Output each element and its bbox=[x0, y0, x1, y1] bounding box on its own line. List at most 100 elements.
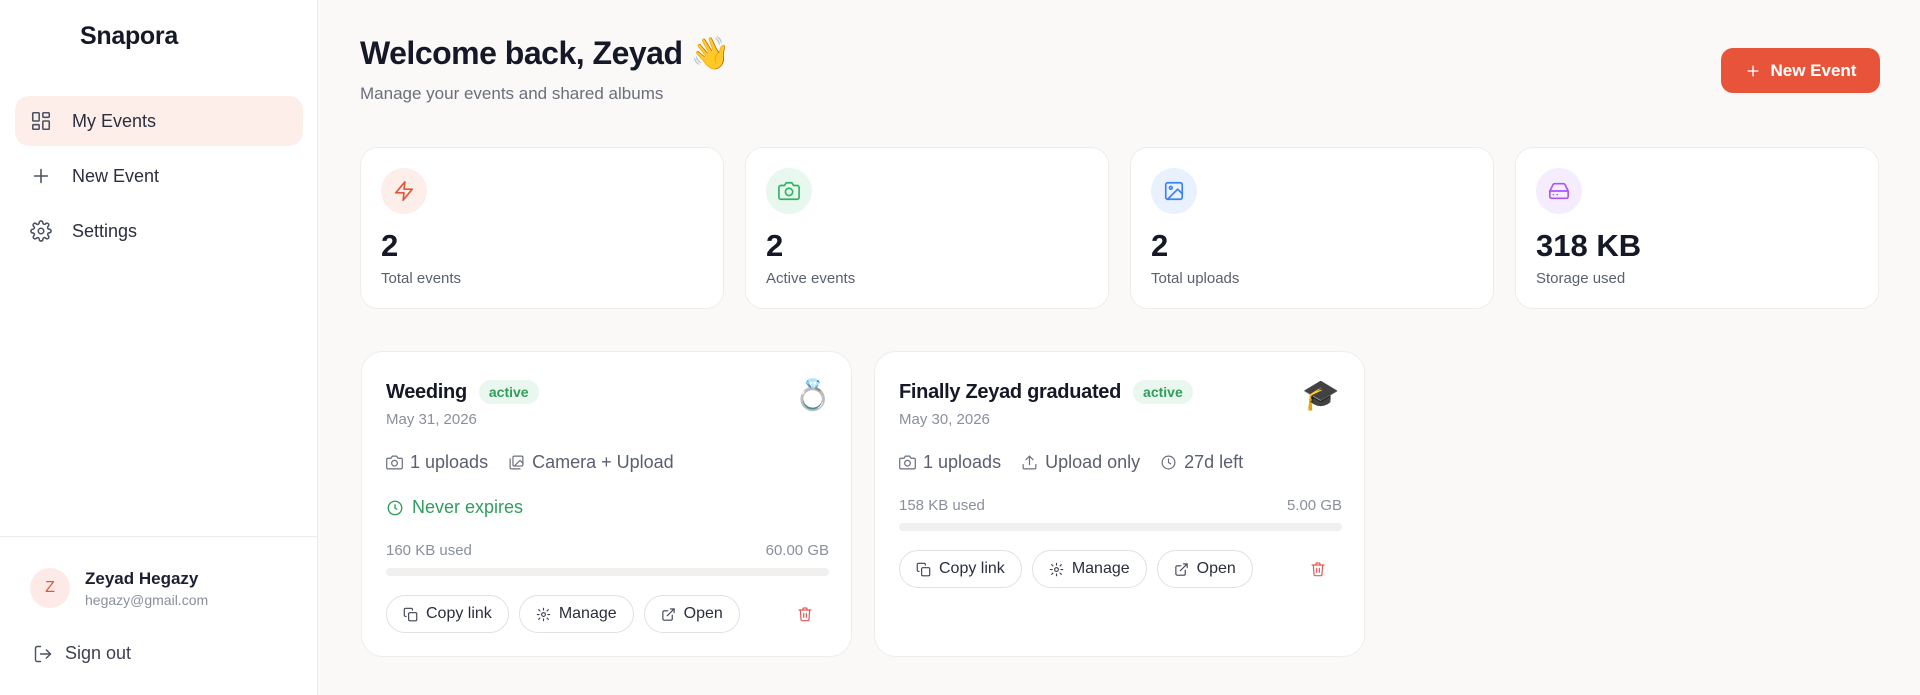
user-email: hegazy@gmail.com bbox=[85, 591, 209, 608]
stat-card-active-events: 2 Active events bbox=[745, 147, 1109, 309]
copy-link-button[interactable]: Copy link bbox=[386, 595, 509, 633]
sidebar-item-new-event[interactable]: New Event bbox=[15, 151, 303, 201]
event-actions: Copy link Manage Open bbox=[899, 550, 1263, 588]
time-left: 27d left bbox=[1184, 452, 1244, 472]
open-label: Open bbox=[1196, 560, 1236, 577]
ring-icon: 💍 bbox=[794, 379, 832, 412]
image-icon bbox=[1164, 181, 1184, 201]
avatar: Z bbox=[30, 568, 70, 608]
event-card[interactable]: Weeding active 💍 May 31, 2026 1 uploads … bbox=[361, 351, 852, 657]
storage-usage: 158 KB used 5.00 GB bbox=[899, 497, 1342, 514]
open-button[interactable]: Open bbox=[1156, 550, 1253, 588]
upload-count: 1 uploads bbox=[410, 452, 489, 472]
copy-link-label: Copy link bbox=[426, 605, 492, 622]
status-badge: active bbox=[478, 380, 539, 404]
stat-label: Total uploads bbox=[1151, 270, 1240, 287]
status-badge: active bbox=[1133, 380, 1193, 404]
sidebar-item-my-events[interactable]: My Events bbox=[15, 96, 303, 146]
stat-value: 2 bbox=[766, 228, 784, 263]
manage-label: Manage bbox=[1071, 560, 1130, 577]
sidebar-item-label: New Event bbox=[72, 165, 160, 186]
storage-used: 160 KB used bbox=[386, 542, 472, 559]
new-event-button-label: New Event bbox=[1770, 60, 1857, 80]
upload-count: 1 uploads bbox=[923, 452, 1002, 472]
external-link-icon bbox=[1174, 562, 1188, 576]
upload-icon bbox=[1022, 455, 1037, 470]
event-name: Finally Zeyad graduated bbox=[899, 380, 1122, 403]
stat-value: 318 KB bbox=[1536, 228, 1642, 263]
sidebar: Snapora My Events New Event Settings Z Z… bbox=[0, 0, 318, 695]
page-title: Welcome back, Zeyad 👋 bbox=[360, 35, 731, 71]
stat-card-total-events: 2 Total events bbox=[360, 147, 724, 309]
copy-icon bbox=[916, 562, 931, 576]
gear-icon bbox=[1049, 562, 1064, 576]
stat-icon-wrap bbox=[1536, 168, 1582, 214]
storage-used: 158 KB used bbox=[899, 497, 985, 514]
storage-progress-bar bbox=[899, 523, 1342, 531]
upload-mode: Upload only bbox=[1045, 452, 1141, 472]
manage-label: Manage bbox=[558, 605, 617, 622]
gear-icon bbox=[536, 607, 551, 621]
copy-link-button[interactable]: Copy link bbox=[899, 550, 1022, 588]
copy-icon bbox=[403, 607, 418, 621]
event-meta: 1 uploads Upload only 27d left bbox=[899, 452, 1263, 473]
user-profile: Z Zeyad Hegazy hegazy@gmail.com bbox=[30, 568, 208, 608]
trash-icon bbox=[798, 607, 812, 622]
storage-usage: 160 KB used 60.00 GB bbox=[386, 542, 829, 559]
sign-out-button[interactable]: Sign out bbox=[33, 643, 131, 664]
sign-out-label: Sign out bbox=[65, 643, 132, 663]
camera-icon bbox=[778, 181, 800, 201]
upload-mode: Camera + Upload bbox=[532, 452, 674, 472]
stat-label: Active events bbox=[766, 270, 856, 287]
stat-icon-wrap bbox=[381, 168, 427, 214]
stat-label: Total events bbox=[381, 270, 462, 287]
stat-value: 2 bbox=[381, 228, 399, 263]
stat-card-storage-used: 318 KB Storage used bbox=[1515, 147, 1879, 309]
storage-limit: 5.00 GB bbox=[1286, 497, 1342, 514]
manage-button[interactable]: Manage bbox=[1031, 550, 1147, 588]
sidebar-item-settings[interactable]: Settings bbox=[15, 206, 303, 256]
delete-button[interactable] bbox=[1310, 561, 1326, 582]
event-date: May 31, 2026 bbox=[386, 411, 477, 428]
page-subtitle: Manage your events and shared albums bbox=[360, 84, 664, 103]
storage-limit: 60.00 GB bbox=[765, 542, 829, 559]
lightning-icon bbox=[394, 181, 414, 201]
user-name: Zeyad Hegazy bbox=[85, 568, 199, 588]
event-actions: Copy link Manage Open bbox=[386, 595, 750, 633]
stat-icon-wrap bbox=[1151, 168, 1197, 214]
camera-icon bbox=[899, 455, 916, 470]
expiry-status: Never expires bbox=[386, 497, 523, 518]
sidebar-divider bbox=[0, 536, 318, 537]
plus-icon bbox=[33, 168, 49, 184]
clock-icon bbox=[387, 500, 403, 515]
event-name: Weeding bbox=[386, 380, 467, 403]
hard-drive-icon bbox=[1549, 182, 1569, 200]
graduation-cap-icon: 🎓 bbox=[1302, 379, 1340, 412]
delete-button[interactable] bbox=[797, 606, 813, 627]
sidebar-item-label: Settings bbox=[72, 220, 138, 241]
plus-icon bbox=[1747, 65, 1758, 76]
trash-icon bbox=[1311, 562, 1325, 577]
external-link-icon bbox=[661, 607, 675, 621]
stat-value: 2 bbox=[1151, 228, 1169, 263]
open-button[interactable]: Open bbox=[643, 595, 740, 633]
sidebar-item-label: My Events bbox=[72, 110, 157, 131]
open-label: Open bbox=[683, 605, 723, 622]
dashboard-grid-icon bbox=[31, 111, 51, 131]
app-logo[interactable]: Snapora bbox=[80, 22, 178, 51]
event-date: May 30, 2026 bbox=[899, 411, 990, 428]
stat-card-total-uploads: 2 Total uploads bbox=[1130, 147, 1494, 309]
gear-icon bbox=[30, 220, 52, 242]
stat-label: Storage used bbox=[1536, 270, 1626, 287]
clock-icon bbox=[1161, 455, 1176, 470]
manage-button[interactable]: Manage bbox=[518, 595, 634, 633]
storage-progress-bar bbox=[386, 568, 829, 576]
copy-link-label: Copy link bbox=[939, 560, 1005, 577]
event-card[interactable]: Finally Zeyad graduated active 🎓 May 30,… bbox=[874, 351, 1365, 657]
stat-icon-wrap bbox=[766, 168, 812, 214]
images-icon bbox=[509, 455, 524, 470]
log-out-icon bbox=[34, 645, 52, 662]
expiry-label: Never expires bbox=[412, 497, 524, 517]
new-event-button[interactable]: New Event bbox=[1721, 48, 1880, 93]
event-meta: 1 uploads Camera + Upload bbox=[386, 452, 694, 473]
